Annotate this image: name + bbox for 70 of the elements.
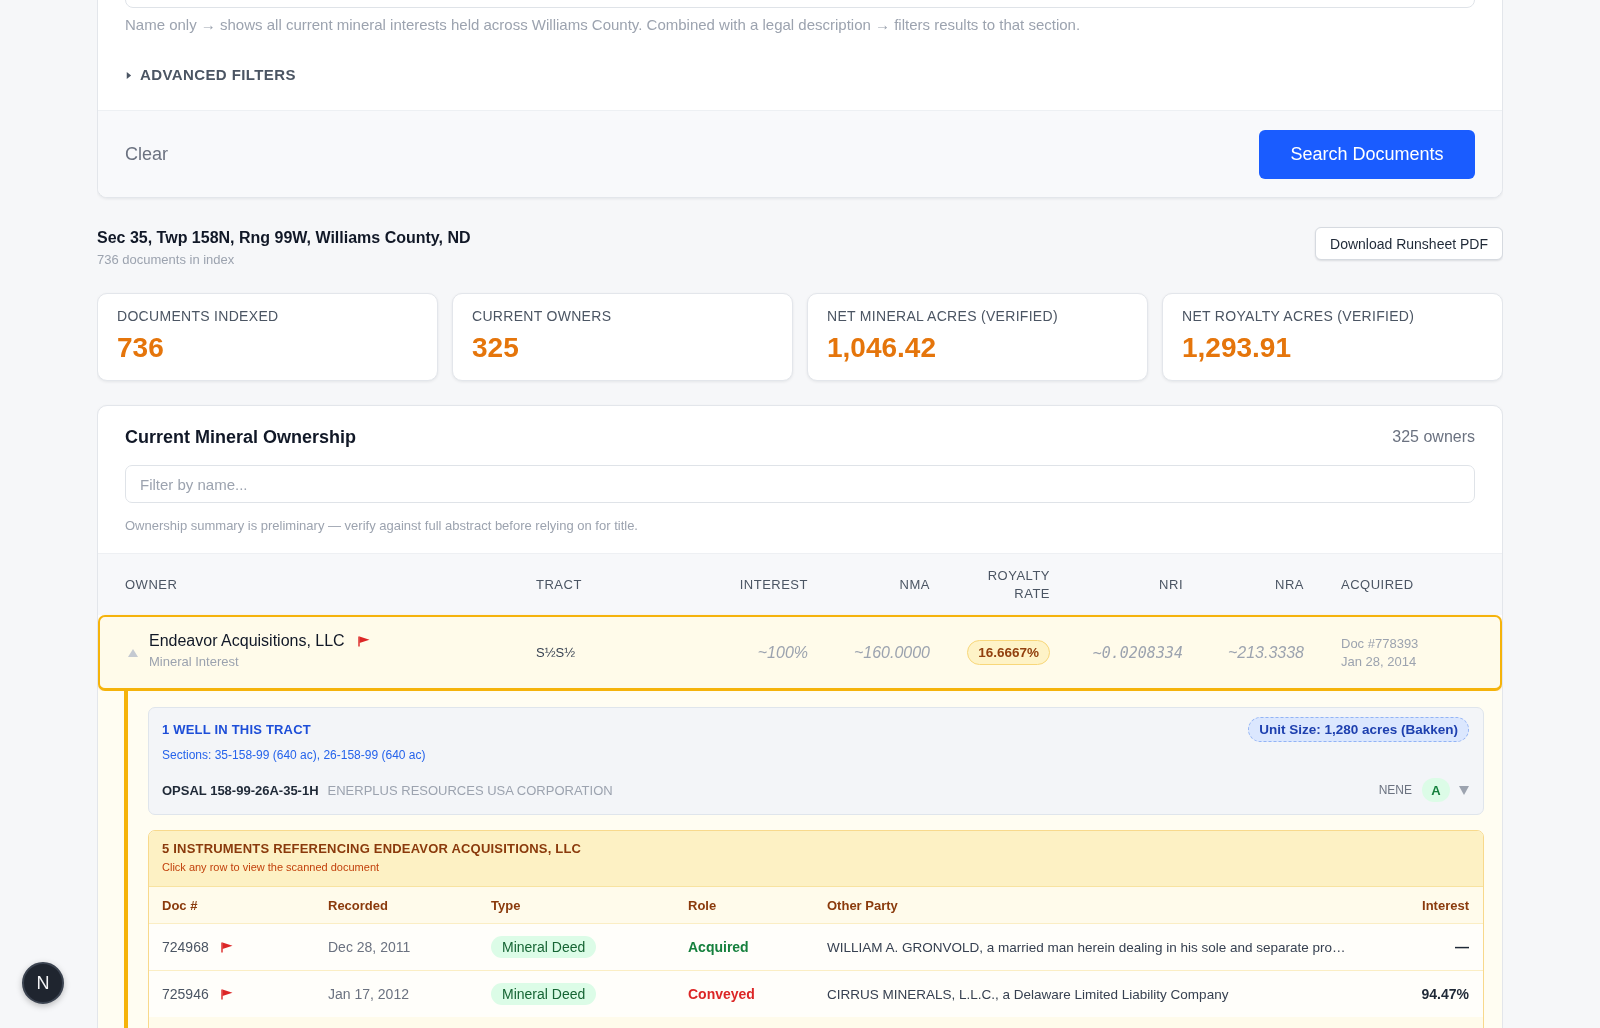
well-operator: ENERPLUS RESOURCES USA CORPORATION [327, 782, 613, 798]
well-name: OPSAL 158-99-26A-35-1H [162, 782, 319, 798]
document-count: 736 documents in index [97, 251, 235, 269]
owner-count: 325 owners [1392, 427, 1475, 447]
column-header: OWNER [125, 575, 178, 594]
filter-field[interactable]: Filter by name... [125, 465, 1475, 503]
column-header: NRI [1159, 575, 1183, 594]
interest-value: — [1455, 939, 1469, 955]
column-header: Role [688, 897, 718, 913]
interest-type: Mineral Interest [149, 653, 239, 671]
stat-value: 1,046.42 [827, 331, 936, 365]
search-hint: Name only → shows all current mineral interests held across Williams County. Combined with a legal description → filters results to that section. [125, 15, 1081, 35]
disclaimer-note: Ownership summary is preliminary — verify against full abstract before relying on for title. [125, 517, 639, 535]
well-location: NENE [1378, 783, 1412, 797]
column-header: Doc # [162, 897, 199, 913]
instruments-hint: Click any row to view the scanned document [162, 860, 380, 875]
location-title: Sec 35, Twp 158N, Rng 99W, Williams County, ND [97, 228, 471, 248]
stat-label: DOCUMENTS INDEXED [117, 307, 279, 325]
other-party: WILLIAM A. GRONVOLD, a married man herein dealing in his sole and separate pro… [827, 939, 1346, 955]
wells-title: 1 WELL IN THIS TRACT [162, 720, 311, 739]
doc-number: 725946 [162, 986, 209, 1002]
stat-value: 736 [117, 331, 164, 365]
owner-row[interactable]: Endeavor Acquisitions, LLC Mineral Interest S½S½ ~100% ~160.0000 16.6667% ~0.0208334 ~213.3338 Doc #778393 Jan 28, 2014 [98, 615, 1502, 691]
column-header: Recorded [328, 897, 389, 913]
instrument-row[interactable]: 725946 Jan 17, 2012 Mineral Deed Conveyed CIRRUS MINERALS, L.L.C., a Delaware Limited Liability Company 94.47% [149, 970, 1483, 1017]
column-header: ACQUIRED [1341, 575, 1414, 594]
role-text: Conveyed [688, 986, 755, 1002]
stat-label: NET ROYALTY ACRES (VERIFIED) [1182, 307, 1415, 325]
instruments-title: 5 INSTRUMENTS REFERENCING ENDEAVOR ACQUISITIONS, LLC [162, 840, 582, 858]
stat-value: 1,293.91 [1182, 331, 1291, 365]
role-text: Acquired [688, 939, 749, 955]
acquired-doc: Doc #778393 [1341, 634, 1419, 653]
dev-tools-button[interactable]: N [22, 962, 64, 1004]
other-party: CIRRUS MINERALS, L.L.C., a Delaware Limited Liability Company [827, 986, 1229, 1002]
recorded-date: Jan 17, 2012 [328, 986, 409, 1002]
unit-size-badge: Unit Size: 1,280 acres (Bakken) [1248, 717, 1469, 742]
column-header: INTEREST [739, 575, 808, 594]
nri-value: ~0.0208334 [1092, 643, 1183, 662]
sections-text: Sections: 35-158-99 (640 ac), 26-158-99 (640 ac) [162, 747, 426, 763]
interest-value: 94.47% [1421, 986, 1469, 1002]
column-header: Type [491, 897, 522, 913]
caret-icon[interactable] [128, 648, 138, 657]
column-header: NRA [1275, 575, 1304, 594]
column-header: TRACT [536, 575, 582, 594]
column-header: Other Party [827, 897, 899, 913]
column-header: Interest [1422, 897, 1469, 913]
nma-value: ~160.0000 [853, 643, 930, 662]
tract-text: S½S½ [536, 645, 576, 660]
stat-value: 325 [472, 331, 519, 365]
stat-label: NET MINERAL ACRES (VERIFIED) [827, 307, 1058, 325]
clear-button[interactable]: Clear [125, 144, 168, 165]
section-title: Current Mineral Ownership [125, 426, 357, 449]
well-status-badge: A [1422, 778, 1450, 802]
caret-icon[interactable] [1459, 785, 1469, 795]
document-type-badge: Mineral Deed [491, 983, 597, 1005]
recorded-date: Dec 28, 2011 [328, 939, 411, 955]
column-header: ROYALTY RATE [986, 566, 1050, 603]
acquired-date: Jan 28, 2014 [1341, 652, 1417, 671]
download-button[interactable]: Download Runsheet PDF [1315, 227, 1503, 260]
document-type-badge: Mineral Deed [491, 936, 597, 958]
owner-name: Endeavor Acquisitions, LLC [149, 631, 345, 651]
search-button[interactable]: Search Documents [1259, 130, 1475, 179]
instrument-row[interactable]: 724968 Dec 28, 2011 Mineral Deed Acquired WILLIAM A. GRONVOLD, a married man herein dealing in his sole and separate pro… — [149, 923, 1483, 970]
advanced-filters-toggle[interactable]: ADVANCED FILTERS [125, 64, 296, 86]
royalty-rate-badge: 16.6667% [967, 640, 1050, 665]
stat-label: CURRENT OWNERS [472, 307, 612, 325]
interest-value: ~100% [757, 643, 808, 662]
doc-number: 724968 [162, 939, 209, 955]
column-header: NMA [899, 575, 930, 594]
nra-value: ~213.3338 [1227, 643, 1304, 662]
